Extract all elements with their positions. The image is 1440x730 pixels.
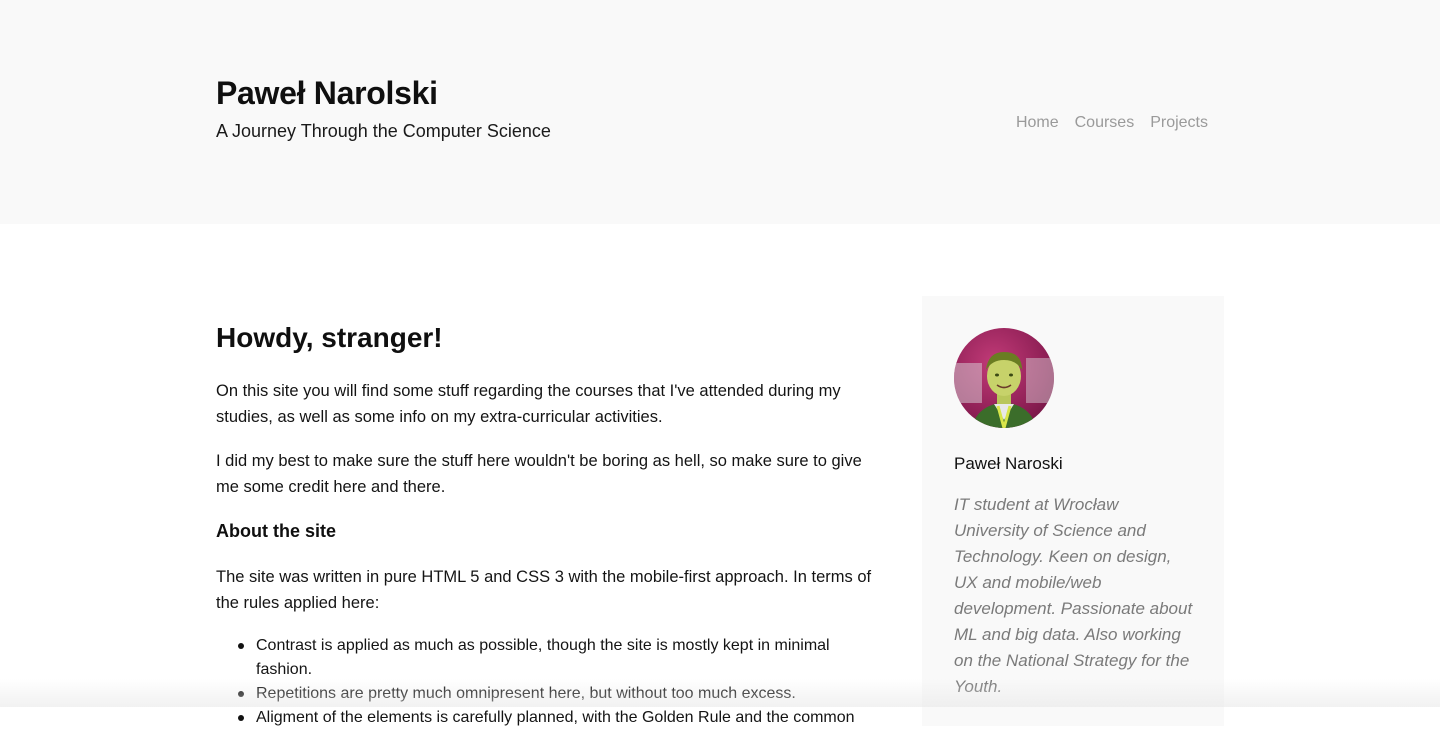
site-subtitle: A Journey Through the Computer Science bbox=[216, 119, 551, 143]
list-item: Repetitions are pretty much omnipresent … bbox=[256, 682, 880, 706]
nav-projects-link[interactable]: Projects bbox=[1150, 112, 1208, 134]
section-paragraph: The site was written in pure HTML 5 and … bbox=[216, 564, 880, 616]
profile-photo-icon bbox=[954, 328, 1054, 428]
site-title[interactable]: Paweł Narolski bbox=[216, 74, 551, 112]
section-heading: About the site bbox=[216, 518, 880, 544]
page-heading: Howdy, stranger! bbox=[216, 320, 880, 356]
profile-bio: IT student at Wrocław University of Scie… bbox=[954, 492, 1196, 700]
intro-paragraph: On this site you will find some stuff re… bbox=[216, 378, 880, 430]
nav-home-link[interactable]: Home bbox=[1016, 112, 1059, 134]
brand: Paweł Narolski A Journey Through the Com… bbox=[216, 74, 551, 143]
profile-sidebar: Paweł Naroski IT student at Wrocław Univ… bbox=[922, 296, 1224, 726]
intro-paragraph: I did my best to make sure the stuff her… bbox=[216, 448, 880, 500]
profile-name: Paweł Naroski bbox=[954, 452, 1192, 476]
site-header: Paweł Narolski A Journey Through the Com… bbox=[0, 0, 1440, 224]
list-item: Aligment of the elements is carefully pl… bbox=[256, 706, 880, 730]
rules-list: Contrast is applied as much as possible,… bbox=[256, 634, 880, 730]
main-nav: Home Courses Projects bbox=[1016, 112, 1208, 134]
main-content: Howdy, stranger! On this site you will f… bbox=[216, 320, 880, 730]
list-item: Contrast is applied as much as possible,… bbox=[256, 634, 880, 682]
avatar bbox=[954, 328, 1054, 428]
nav-courses-link[interactable]: Courses bbox=[1075, 112, 1135, 134]
